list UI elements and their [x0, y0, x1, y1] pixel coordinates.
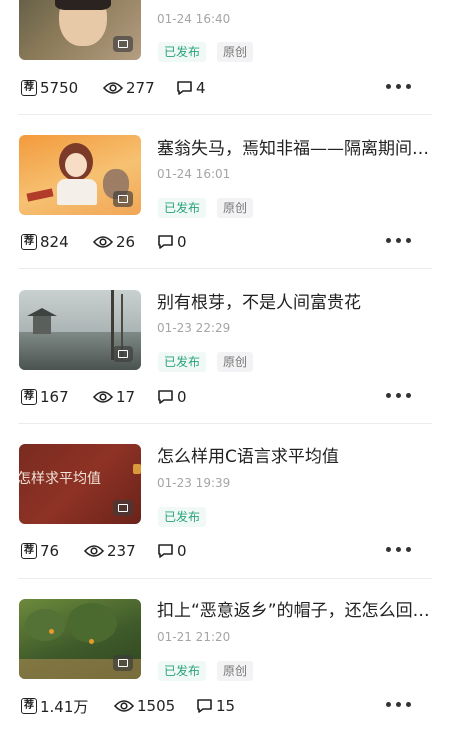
comments-count: 0: [177, 388, 187, 406]
eye-icon: [93, 391, 113, 403]
recommend-stat: 荐 1.41万: [21, 695, 88, 717]
views-stat: 277: [103, 77, 155, 99]
recommend-stat: 荐 5750: [21, 77, 78, 99]
views-count: 1505: [137, 697, 176, 715]
article-stats: 荐 167 17 0: [21, 386, 431, 408]
article-stats: 荐 5750 277 4: [21, 77, 431, 99]
comment-icon: [158, 235, 173, 249]
views-stat: 237: [84, 540, 136, 562]
comments-stat[interactable]: 0: [157, 540, 187, 562]
comment-icon: [177, 81, 192, 95]
recommend-count: 5750: [40, 79, 79, 97]
views-count: 237: [107, 542, 136, 560]
recommend-stat: 荐 76: [21, 540, 59, 562]
image-badge-icon: [113, 500, 133, 516]
views-stat: 17: [93, 386, 135, 408]
article-card[interactable]: 扣上“恶意返乡”的帽子，还怎么回… 01-21 21:20 已发布 原创 荐 1…: [0, 578, 450, 736]
recommend-icon: 荐: [21, 389, 37, 405]
views-count: 26: [116, 233, 136, 251]
recommend-stat: 荐 824: [21, 231, 69, 253]
recommend-count: 1.41万: [40, 697, 89, 716]
image-badge-icon: [113, 36, 133, 52]
more-options-icon[interactable]: [386, 547, 411, 552]
article-card[interactable]: 别有根芽，不是人间富贵花 01-23 22:29 已发布 原创 荐 167 17…: [0, 269, 450, 424]
image-badge-icon: [113, 655, 133, 671]
comments-stat[interactable]: 15: [196, 695, 235, 717]
publish-time: 01-23 22:29: [157, 321, 231, 335]
comments-count: 0: [177, 542, 187, 560]
article-title[interactable]: 怎么样用C语言求平均值: [157, 446, 432, 468]
recommend-count: 76: [40, 542, 60, 560]
publish-time: 01-21 21:20: [157, 630, 231, 644]
article-stats: 荐 1.41万 1505 15: [21, 695, 431, 717]
article-card[interactable]: 01-24 16:40 已发布 原创 荐 5750 277 4: [0, 0, 450, 115]
eye-icon: [84, 545, 104, 557]
more-options-icon[interactable]: [386, 238, 411, 243]
views-count: 277: [126, 79, 155, 97]
more-options-icon[interactable]: [386, 702, 411, 707]
views-count: 17: [116, 388, 136, 406]
status-badge: 已发布: [158, 352, 207, 372]
views-stat: 1505: [114, 695, 175, 717]
comments-stat[interactable]: 0: [157, 386, 187, 408]
comment-icon: [158, 544, 173, 558]
comments-stat[interactable]: 4: [176, 77, 206, 99]
image-badge-icon: [113, 346, 133, 362]
article-card[interactable]: 怎样求平均值 怎么样用C语言求平均值 01-23 19:39 已发布 荐 76 …: [0, 424, 450, 579]
article-thumbnail[interactable]: [19, 0, 141, 60]
original-badge: 原创: [217, 661, 254, 681]
article-title[interactable]: 塞翁失马，焉知非福——隔离期间…: [157, 138, 432, 160]
eye-icon: [93, 236, 113, 248]
article-thumbnail[interactable]: [19, 290, 141, 370]
comments-count: 15: [216, 697, 236, 715]
article-thumbnail[interactable]: 怎样求平均值: [19, 444, 141, 524]
status-badge: 已发布: [158, 198, 207, 218]
status-badge: 已发布: [158, 507, 207, 527]
publish-time: 01-24 16:01: [157, 167, 231, 181]
more-options-icon[interactable]: [386, 393, 411, 398]
recommend-icon: 荐: [21, 543, 37, 559]
article-title[interactable]: 别有根芽，不是人间富贵花: [157, 292, 432, 314]
recommend-stat: 荐 167: [21, 386, 69, 408]
comments-stat[interactable]: 0: [157, 231, 187, 253]
status-badge: 已发布: [158, 42, 207, 62]
comments-count: 4: [196, 79, 206, 97]
article-thumbnail[interactable]: [19, 135, 141, 215]
original-badge: 原创: [217, 198, 254, 218]
recommend-count: 167: [40, 388, 69, 406]
publish-time: 01-23 19:39: [157, 476, 231, 490]
comment-icon: [158, 390, 173, 404]
comment-icon: [197, 699, 212, 713]
recommend-icon: 荐: [21, 698, 37, 714]
original-badge: 原创: [217, 42, 254, 62]
recommend-icon: 荐: [21, 234, 37, 250]
article-thumbnail[interactable]: [19, 599, 141, 679]
comments-count: 0: [177, 233, 187, 251]
article-stats: 荐 824 26 0: [21, 231, 431, 253]
status-badge: 已发布: [158, 661, 207, 681]
eye-icon: [114, 700, 134, 712]
recommend-icon: 荐: [21, 80, 37, 96]
article-stats: 荐 76 237 0: [21, 540, 431, 562]
eye-icon: [103, 82, 123, 94]
publish-time: 01-24 16:40: [157, 12, 231, 26]
views-stat: 26: [93, 231, 135, 253]
article-title[interactable]: 扣上“恶意返乡”的帽子，还怎么回…: [157, 600, 432, 622]
article-card[interactable]: 塞翁失马，焉知非福——隔离期间… 01-24 16:01 已发布 原创 荐 82…: [0, 115, 450, 269]
image-badge-icon: [113, 191, 133, 207]
more-options-icon[interactable]: [386, 84, 411, 89]
recommend-count: 824: [40, 233, 69, 251]
original-badge: 原创: [217, 352, 254, 372]
thumbnail-caption: 怎样求平均值: [19, 471, 101, 487]
